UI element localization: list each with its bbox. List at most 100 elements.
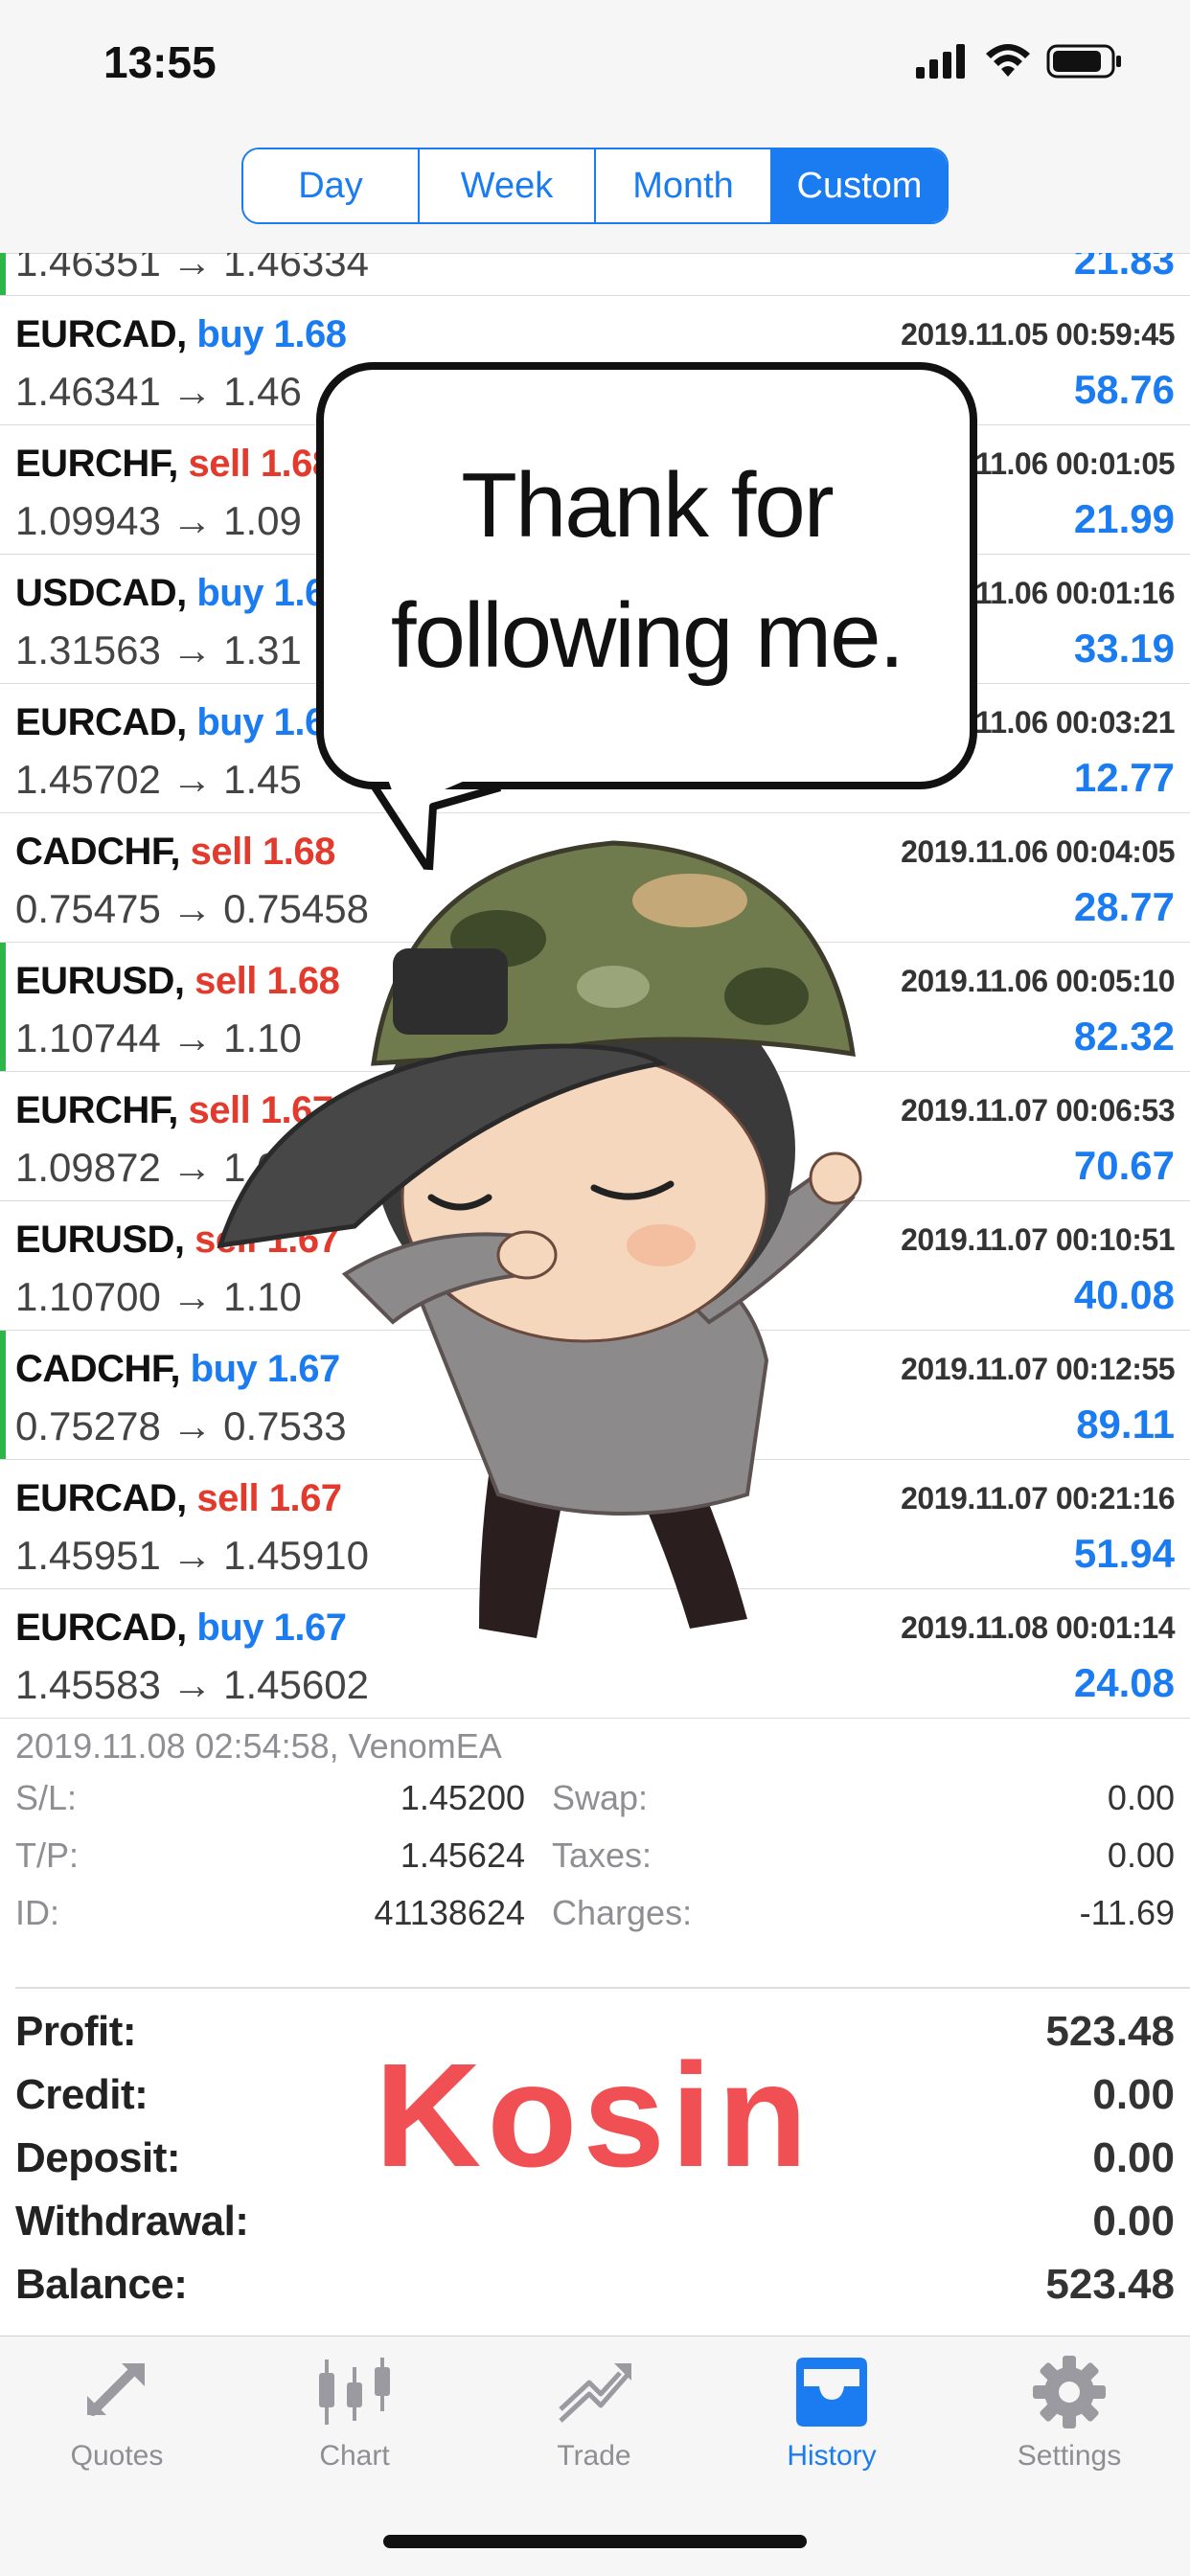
trade-volume: 1.68 (273, 313, 347, 355)
wifi-icon (986, 44, 1030, 77)
summary-value: 523.48 (1045, 2008, 1175, 2055)
trade-datetime: 2019.11.08 00:01:14 (901, 1610, 1175, 1645)
details-label: Taxes: (552, 1835, 652, 1875)
period-month[interactable]: Month (596, 149, 772, 222)
position-details: 2019.11.08 02:54:58, VenomEA S/L: 1.4520… (0, 1715, 1190, 1983)
speech-line: following me. (390, 584, 904, 687)
tab-label: Quotes (70, 2440, 164, 2472)
trade-symbol: EURCAD, (15, 1607, 187, 1649)
summary-label: Balance: (15, 2261, 188, 2308)
quotes-icon (87, 2363, 145, 2416)
trade-symbol: CADCHF, (15, 1348, 181, 1390)
trade-symbol: EURCAD, (15, 313, 187, 355)
home-indicator[interactable] (383, 2535, 807, 2548)
details-header: 2019.11.08 02:54:58, VenomEA (15, 1726, 502, 1766)
period-week[interactable]: Week (420, 149, 596, 222)
tab-quotes[interactable]: Quotes (31, 2354, 203, 2497)
trade-symbol: EURUSD, (15, 1219, 185, 1261)
trade-profit: 21.99 (1073, 496, 1175, 541)
period-bar: Day Week Month Custom (0, 134, 1190, 254)
status-bar: 13:55 (0, 0, 1190, 134)
trade-profit: 12.77 (1073, 755, 1175, 800)
open-marker (0, 1331, 6, 1459)
summary-value: 523.48 (1045, 2261, 1175, 2308)
trade-row[interactable]: 1.46351 → 1.46334 21.83 (0, 253, 1190, 296)
trade-profit: 40.08 (1073, 1272, 1175, 1317)
trade-profit: 51.94 (1073, 1531, 1175, 1576)
speech-line: Thank for (461, 454, 835, 557)
details-label: Swap: (552, 1778, 649, 1817)
trade-profit: 33.19 (1073, 626, 1175, 671)
period-day[interactable]: Day (243, 149, 420, 222)
open-marker (0, 253, 6, 295)
chart-icon (319, 2358, 390, 2425)
details-row: T/P: 1.45624 Taxes: 0.00 (0, 1835, 1190, 1893)
watermark-text: Kosin (375, 2033, 813, 2198)
tab-settings[interactable]: Settings (983, 2354, 1156, 2497)
trade-symbol: EURCAD, (15, 1477, 187, 1519)
trade-symbol: USDCAD, (15, 572, 187, 614)
trade-title: EURCHF, sell 1.68 (15, 443, 333, 486)
status-icons (916, 42, 1123, 80)
trade-title: EURCAD, buy 1.68 (15, 701, 347, 744)
trade-profit: 28.77 (1073, 884, 1175, 929)
trade-symbol: EURCHF, (15, 443, 178, 485)
trade-datetime: 2019.11.06 00:05:10 (901, 964, 1175, 998)
trade-prices: 1.45702 → 1.45 (15, 757, 302, 802)
summary-label: Deposit: (15, 2134, 181, 2181)
tab-chart[interactable]: Chart (268, 2354, 441, 2497)
trade-profit: 82.32 (1073, 1014, 1175, 1059)
open-marker (0, 943, 6, 1071)
trade-prices: 1.31563 → 1.31 (15, 627, 302, 672)
trade-symbol: CADCHF, (15, 831, 181, 873)
summary-value: 0.00 (1092, 2198, 1175, 2245)
summary-label: Credit: (15, 2071, 149, 2118)
trade-icon (559, 2363, 631, 2423)
settings-icon (1033, 2356, 1106, 2428)
cartoon-character-sticker (217, 840, 862, 1638)
period-custom[interactable]: Custom (772, 149, 947, 222)
tab-label: Chart (319, 2440, 390, 2472)
summary-label: Withdrawal: (15, 2198, 249, 2245)
trade-datetime: 2019.11.07 00:12:55 (901, 1352, 1175, 1386)
trade-datetime: 2019.11.05 00:59:45 (901, 317, 1175, 352)
trade-profit: 70.67 (1073, 1143, 1175, 1188)
tab-label: History (787, 2440, 877, 2472)
battery-icon (1046, 44, 1121, 79)
details-value: 1.45624 (400, 1835, 525, 1875)
history-icon (796, 2358, 867, 2427)
divider (15, 1987, 1190, 1989)
details-value: 0.00 (1107, 1835, 1175, 1875)
summary-row-withdrawal: Withdrawal: 0.00 (0, 2192, 1190, 2255)
details-value: 0.00 (1107, 1778, 1175, 1817)
trade-prices: 1.46351 → 1.46334 (15, 253, 369, 285)
trade-symbol: EURCAD, (15, 701, 187, 743)
tab-label: Settings (1017, 2440, 1122, 2472)
trade-prices: 1.46341 → 1.46 (15, 369, 302, 414)
tab-label: Trade (557, 2440, 631, 2472)
trade-profit: 21.83 (1073, 253, 1175, 283)
details-value: 1.45200 (400, 1778, 525, 1817)
details-label: ID: (15, 1893, 60, 1932)
tab-history[interactable]: History (745, 2354, 918, 2497)
trade-side: buy (196, 701, 263, 743)
summary-value: 0.00 (1092, 2134, 1175, 2181)
summary-label: Profit: (15, 2008, 137, 2055)
details-row: S/L: 1.45200 Swap: 0.00 (0, 1778, 1190, 1835)
details-value: 41138624 (374, 1893, 526, 1932)
trade-title: USDCAD, buy 1.68 (15, 572, 347, 615)
trade-datetime: 2019.11.06 00:04:05 (901, 834, 1175, 869)
tab-trade[interactable]: Trade (508, 2354, 680, 2497)
status-time: 13:55 (103, 37, 217, 87)
trade-profit: 89.11 (1076, 1402, 1175, 1447)
trade-symbol: EURUSD, (15, 960, 185, 1002)
details-value: -11.69 (1079, 1893, 1175, 1932)
trade-side: sell (188, 443, 251, 485)
signal-icon (916, 44, 965, 79)
trade-side: buy (196, 572, 263, 614)
period-segmented-control: Day Week Month Custom (241, 148, 949, 224)
trade-profit: 24.08 (1073, 1660, 1175, 1705)
details-label: Charges: (552, 1893, 693, 1932)
trade-prices: 1.09943 → 1.09 (15, 498, 302, 543)
trade-datetime: 2019.11.07 00:21:16 (901, 1481, 1175, 1516)
